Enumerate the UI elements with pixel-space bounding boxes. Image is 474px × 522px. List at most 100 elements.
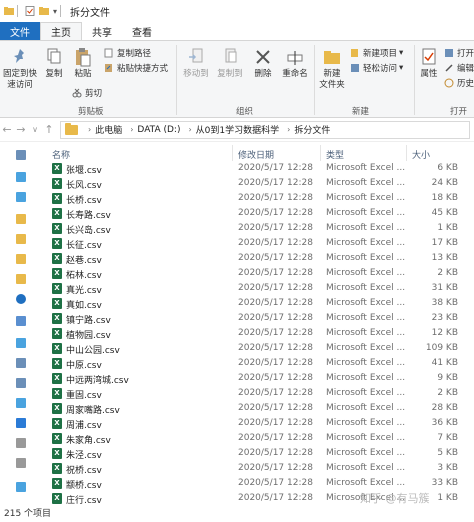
file-type: Microsoft Excel ... bbox=[326, 268, 406, 278]
tab-file[interactable]: 文件 bbox=[0, 22, 40, 40]
table-row[interactable]: X 重固.csv 2020/5/17 12:28 Microsoft Excel ..… bbox=[40, 386, 474, 401]
table-row[interactable]: X 张堰.csv 2020/5/17 12:28 Microsoft Excel ..… bbox=[40, 161, 474, 176]
table-row[interactable]: X 朱家角.csv 2020/5/17 12:28 Microsoft Excel .… bbox=[40, 431, 474, 446]
table-row[interactable]: X 周家嘴路.csv 2020/5/17 12:28 Microsoft Excel … bbox=[40, 401, 474, 416]
desktop-folder-icon[interactable] bbox=[16, 418, 26, 428]
cut-label: 剪切 bbox=[85, 89, 103, 99]
properties-quick-icon[interactable] bbox=[25, 6, 35, 16]
pictures-icon[interactable] bbox=[16, 358, 26, 368]
file-date: 2020/5/17 12:28 bbox=[238, 283, 313, 293]
new-folder-button[interactable]: 新建 文件夹 bbox=[316, 47, 348, 91]
breadcrumb-this-pc[interactable]: 此电脑 bbox=[95, 123, 122, 136]
paste-shortcut-button[interactable]: 粘贴快捷方式 bbox=[104, 62, 168, 74]
new-folder-quick-icon[interactable] bbox=[39, 6, 49, 16]
file-date: 2020/5/17 12:28 bbox=[238, 448, 313, 458]
videos-icon[interactable] bbox=[16, 338, 26, 348]
this-pc-icon[interactable] bbox=[16, 316, 26, 326]
move-to-label: 移动到 bbox=[183, 69, 209, 79]
edit-button[interactable]: 编辑 bbox=[444, 62, 474, 74]
table-row[interactable]: X 中远两湾城.csv 2020/5/17 12:28 Microsoft Excel… bbox=[40, 371, 474, 386]
tab-home[interactable]: 主页 bbox=[40, 22, 82, 40]
breadcrumb[interactable]: › 此电脑 › DATA (D:) › 从0到1学习数据科学 › 拆分文件 bbox=[60, 120, 470, 139]
folder-icon[interactable] bbox=[16, 214, 26, 224]
table-row[interactable]: X 植物园.csv 2020/5/17 12:28 Microsoft Excel .… bbox=[40, 326, 474, 341]
column-separator[interactable] bbox=[232, 145, 233, 161]
up-arrow-icon[interactable]: ↑ bbox=[42, 123, 56, 136]
move-to-button[interactable]: 移动到 bbox=[180, 47, 212, 80]
open-button[interactable]: 打开 bbox=[444, 47, 474, 59]
history-button[interactable]: 历史 bbox=[444, 77, 474, 89]
navigation-pane[interactable] bbox=[0, 142, 40, 504]
music-icon[interactable] bbox=[16, 398, 26, 408]
file-type: Microsoft Excel ... bbox=[326, 208, 406, 218]
tab-view[interactable]: 查看 bbox=[122, 22, 162, 40]
excel-file-icon: X bbox=[52, 433, 62, 444]
table-row[interactable]: X 长寿路.csv 2020/5/17 12:28 Microsoft Excel .… bbox=[40, 206, 474, 221]
folder-icon[interactable] bbox=[16, 234, 26, 244]
documents-icon[interactable] bbox=[16, 378, 26, 388]
column-size[interactable]: 大小 bbox=[412, 148, 430, 161]
table-row[interactable]: X 真光.csv 2020/5/17 12:28 Microsoft Excel ..… bbox=[40, 281, 474, 296]
table-row[interactable]: X 赵巷.csv 2020/5/17 12:28 Microsoft Excel ..… bbox=[40, 251, 474, 266]
forward-arrow-icon[interactable]: → bbox=[14, 123, 28, 136]
column-type[interactable]: 类型 bbox=[326, 148, 344, 161]
file-date: 2020/5/17 12:28 bbox=[238, 238, 313, 248]
paste-button[interactable]: 粘贴 bbox=[70, 47, 96, 80]
excel-file-icon: X bbox=[52, 313, 62, 324]
file-type: Microsoft Excel ... bbox=[326, 388, 406, 398]
table-row[interactable]: X 长风.csv 2020/5/17 12:28 Microsoft Excel ..… bbox=[40, 176, 474, 191]
table-row[interactable]: X 真如.csv 2020/5/17 12:28 Microsoft Excel ..… bbox=[40, 296, 474, 311]
file-name: 张堰.csv bbox=[66, 166, 102, 176]
ribbon-tabs: 文件 主页 共享 查看 bbox=[0, 22, 474, 40]
copy-button[interactable]: 复制 bbox=[42, 47, 66, 80]
network-icon[interactable] bbox=[16, 482, 26, 492]
quick-access-icon[interactable] bbox=[16, 150, 26, 160]
table-row[interactable]: X 朱泾.csv 2020/5/17 12:28 Microsoft Excel ..… bbox=[40, 446, 474, 461]
table-row[interactable]: X 祝桥.csv 2020/5/17 12:28 Microsoft Excel ..… bbox=[40, 461, 474, 476]
excel-file-icon: X bbox=[52, 403, 62, 414]
file-type: Microsoft Excel ... bbox=[326, 463, 406, 473]
table-row[interactable]: X 中山公园.csv 2020/5/17 12:28 Microsoft Excel … bbox=[40, 341, 474, 356]
desktop-icon[interactable] bbox=[16, 172, 26, 182]
table-row[interactable]: X 长兴岛.csv 2020/5/17 12:28 Microsoft Excel .… bbox=[40, 221, 474, 236]
easy-access-button[interactable]: 轻松访问 ▾ bbox=[350, 62, 403, 74]
copy-to-button[interactable]: 复制到 bbox=[214, 47, 246, 80]
recent-dropdown-icon[interactable]: ∨ bbox=[28, 125, 42, 134]
back-arrow-icon[interactable]: ← bbox=[0, 123, 14, 136]
copy-path-button[interactable]: 复制路径 bbox=[104, 47, 151, 59]
new-item-button[interactable]: 新建项目 ▾ bbox=[350, 47, 403, 59]
column-separator[interactable] bbox=[320, 145, 321, 161]
drive-c-icon[interactable] bbox=[16, 438, 26, 448]
breadcrumb-parent-folder[interactable]: 从0到1学习数据科学 bbox=[196, 123, 279, 136]
properties-button[interactable]: 属性 bbox=[416, 47, 442, 80]
drive-d-icon[interactable] bbox=[16, 458, 26, 468]
pin-quick-access-button[interactable]: 固定到快 速访问 bbox=[2, 47, 38, 91]
rename-button[interactable]: 重命名 bbox=[280, 47, 310, 80]
table-row[interactable]: X 长征.csv 2020/5/17 12:28 Microsoft Excel ..… bbox=[40, 236, 474, 251]
paste-shortcut-label: 粘贴快捷方式 bbox=[117, 64, 169, 74]
downloads-icon[interactable] bbox=[16, 192, 26, 202]
file-date: 2020/5/17 12:28 bbox=[238, 193, 313, 203]
file-size: 33 KB bbox=[431, 478, 458, 488]
breadcrumb-current-folder[interactable]: 拆分文件 bbox=[294, 123, 330, 136]
quick-access-dropdown-icon[interactable]: ▾ bbox=[53, 7, 57, 16]
tab-share[interactable]: 共享 bbox=[82, 22, 122, 40]
new-item-dropdown-icon: ▾ bbox=[399, 48, 404, 58]
onedrive-icon[interactable] bbox=[16, 294, 26, 304]
column-separator[interactable] bbox=[406, 145, 407, 161]
delete-button[interactable]: 删除 bbox=[250, 47, 276, 80]
column-date[interactable]: 修改日期 bbox=[238, 148, 274, 161]
rename-icon bbox=[287, 51, 303, 65]
table-row[interactable]: X 颛桥.csv 2020/5/17 12:28 Microsoft Excel ..… bbox=[40, 476, 474, 491]
table-row[interactable]: X 镇宁路.csv 2020/5/17 12:28 Microsoft Excel .… bbox=[40, 311, 474, 326]
table-row[interactable]: X 长桥.csv 2020/5/17 12:28 Microsoft Excel ..… bbox=[40, 191, 474, 206]
folder-icon[interactable] bbox=[16, 274, 26, 284]
folder-icon[interactable] bbox=[16, 254, 26, 264]
group-separator bbox=[176, 45, 177, 115]
table-row[interactable]: X 中原.csv 2020/5/17 12:28 Microsoft Excel ..… bbox=[40, 356, 474, 371]
column-name[interactable]: 名称 bbox=[52, 148, 70, 161]
cut-button[interactable]: 剪切 bbox=[72, 87, 102, 99]
table-row[interactable]: X 周浦.csv 2020/5/17 12:28 Microsoft Excel ..… bbox=[40, 416, 474, 431]
table-row[interactable]: X 柘林.csv 2020/5/17 12:28 Microsoft Excel ..… bbox=[40, 266, 474, 281]
breadcrumb-drive[interactable]: DATA (D:) bbox=[137, 125, 180, 135]
